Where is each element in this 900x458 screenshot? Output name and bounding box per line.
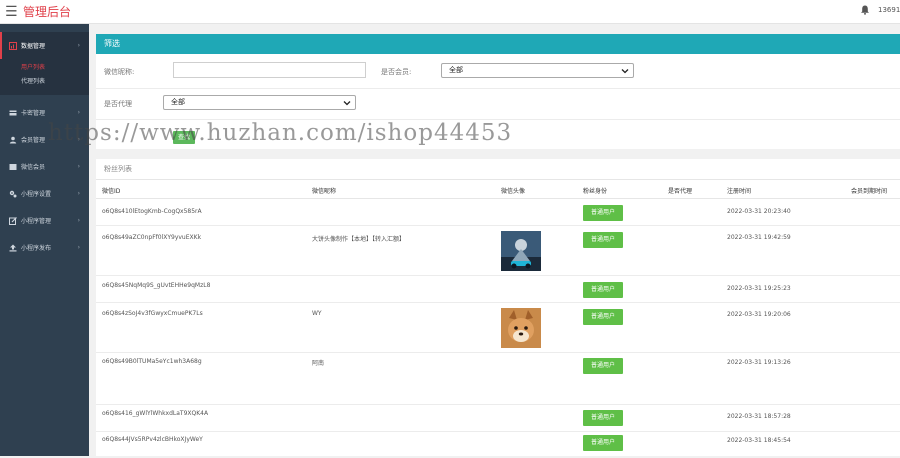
cell-register-time: 2022-03-31 18:45:54	[727, 437, 791, 444]
upload-icon	[9, 244, 17, 251]
chart-icon	[9, 41, 17, 50]
settings-icon	[9, 190, 17, 197]
sidebar-item-card-management[interactable]: 卡密管理 ›	[0, 99, 89, 126]
identity-badge[interactable]: 普通用户	[583, 410, 623, 426]
shiba-dog-avatar	[501, 308, 541, 348]
cell-wechat-id: o6Q8s45NqMq9S_gUvtEHHe9qMzL8	[102, 282, 211, 289]
cell-wechat-id: o6Q8s49B0lTUMa5eYc1wh3A68g	[102, 358, 202, 365]
nickname-input[interactable]	[173, 62, 366, 78]
chevron-down-icon	[343, 101, 351, 106]
sidebar-item-label: 小程序发布	[21, 245, 52, 252]
column-header-avatar: 微信头像	[501, 188, 526, 195]
cell-register-time: 2022-03-31 18:57:28	[727, 413, 791, 420]
cell-nickname: WY	[312, 310, 322, 317]
game-character-avatar	[501, 231, 541, 271]
card-icon	[9, 110, 17, 115]
hamburger-icon[interactable]: ☰	[5, 4, 18, 20]
chevron-right-icon: ›	[77, 163, 80, 170]
table-row: o6Q8s44JVs5RPv4zlcBHkoXJyWeY 普通用户 2022-0…	[96, 432, 900, 458]
filter-panel-title: 筛选	[96, 34, 900, 54]
member-select-value: 全部	[449, 66, 463, 74]
chevron-right-icon: ›	[77, 42, 80, 49]
user-name[interactable]: 13691	[878, 6, 900, 14]
cell-register-time: 2022-03-31 19:42:59	[727, 234, 791, 241]
cell-nickname: 阿南	[312, 360, 325, 367]
column-header-member-expire: 会员到期时间	[851, 188, 888, 195]
column-header-agent: 是否代理	[668, 188, 693, 195]
sidebar-item-label: 微信会员	[21, 164, 46, 171]
member-select[interactable]: 全部	[441, 63, 634, 78]
cell-wechat-id: o6Q8s44JVs5RPv4zlcBHkoXJyWeY	[102, 436, 203, 443]
nickname-label: 微信昵称:	[104, 68, 135, 76]
sidebar-item-data-management[interactable]: 数据管理 ›	[0, 32, 89, 59]
table-row: o6Q8s4zSoJ4v3fGwyxCmuePK7Ls WY 普通用户 2022…	[96, 303, 900, 353]
wechat-icon	[9, 163, 17, 170]
sidebar: 数据管理 › 用户列表 代理列表 卡密管理 › 会员管理 › 微信会员 › 小程…	[0, 24, 89, 456]
identity-badge[interactable]: 普通用户	[583, 358, 623, 374]
sidebar-submenu: 用户列表 代理列表	[0, 59, 89, 95]
identity-badge[interactable]: 普通用户	[583, 205, 623, 221]
identity-badge[interactable]: 普通用户	[583, 309, 623, 325]
sidebar-item-label: 小程序管理	[21, 218, 52, 225]
user-icon	[9, 136, 17, 143]
chevron-right-icon: ›	[77, 190, 80, 197]
divider	[96, 119, 900, 120]
sidebar-item-miniapp-management[interactable]: 小程序管理 ›	[0, 207, 89, 234]
table-header: 微信ID 微信昵称 微信头像 粉丝身份 是否代理 注册时间 会员到期时间	[96, 180, 900, 199]
agent-label: 是否代理	[104, 100, 132, 108]
column-header-wechat-id: 微信ID	[102, 188, 121, 195]
identity-badge[interactable]: 普通用户	[583, 232, 623, 248]
cell-wechat-id: o6Q8s49aZC0npFf0lXY9yvuEXKk	[102, 234, 202, 241]
sidebar-item-label: 卡密管理	[21, 110, 46, 117]
sidebar-subitem-agent-list[interactable]: 代理列表	[0, 75, 89, 89]
main-content: 筛选 微信昵称: 是否会员: 全部 是否代理 全部 查找 粉丝列表 微信ID 微…	[89, 24, 900, 456]
bell-icon[interactable]	[860, 5, 870, 15]
table-row: o6Q8s416_gWlYlWhkxdLaT9XQK4A 普通用户 2022-0…	[96, 405, 900, 432]
sidebar-item-miniapp-publish[interactable]: 小程序发布 ›	[0, 234, 89, 261]
cell-wechat-id: o6Q8s410lEtogKmb-CogQx585rA	[102, 208, 202, 215]
cell-nickname: 大饼头像制作【本地】【转入汇额】	[312, 236, 406, 243]
app-title: 管理后台	[23, 5, 72, 19]
chevron-right-icon: ›	[77, 136, 80, 143]
cell-wechat-id: o6Q8s416_gWlYlWhkxdLaT9XQK4A	[102, 410, 209, 417]
sidebar-group-data: 数据管理 › 用户列表 代理列表	[0, 32, 89, 95]
chevron-right-icon: ›	[77, 109, 80, 116]
sidebar-item-label: 数据管理	[21, 43, 46, 50]
column-header-nickname: 微信昵称	[312, 188, 337, 195]
chevron-right-icon: ›	[77, 217, 80, 224]
identity-badge[interactable]: 普通用户	[583, 282, 623, 298]
cell-register-time: 2022-03-31 19:13:26	[727, 359, 791, 366]
cell-register-time: 2022-03-31 19:20:06	[727, 311, 791, 318]
edit-icon	[9, 216, 17, 225]
sidebar-item-miniapp-settings[interactable]: 小程序设置 ›	[0, 180, 89, 207]
table-row: o6Q8s45NqMq9S_gUvtEHHe9qMzL8 普通用户 2022-0…	[96, 276, 900, 303]
search-button[interactable]: 查找	[173, 131, 195, 144]
cell-register-time: 2022-03-31 20:23:40	[727, 208, 791, 215]
member-label: 是否会员:	[381, 68, 412, 76]
chevron-down-icon	[621, 69, 629, 74]
sidebar-item-member-management[interactable]: 会员管理 ›	[0, 126, 89, 153]
table-row: o6Q8s49B0lTUMa5eYc1wh3A68g 阿南 普通用户 2022-…	[96, 353, 900, 405]
divider	[96, 88, 900, 89]
column-header-identity: 粉丝身份	[583, 188, 608, 195]
fan-list-panel: 粉丝列表 微信ID 微信昵称 微信头像 粉丝身份 是否代理 注册时间 会员到期时…	[96, 159, 900, 456]
agent-select[interactable]: 全部	[163, 95, 356, 110]
sidebar-subitem-user-list[interactable]: 用户列表	[0, 61, 89, 75]
chevron-right-icon: ›	[77, 244, 80, 251]
table-row: o6Q8s49aZC0npFf0lXY9yvuEXKk 大饼头像制作【本地】【转…	[96, 226, 900, 276]
agent-select-value: 全部	[171, 98, 185, 106]
filter-panel: 筛选 微信昵称: 是否会员: 全部 是否代理 全部 查找	[96, 34, 900, 149]
column-header-register-time: 注册时间	[727, 188, 752, 195]
cell-register-time: 2022-03-31 19:25:23	[727, 285, 791, 292]
sidebar-item-wechat-member[interactable]: 微信会员 ›	[0, 153, 89, 180]
cell-wechat-id: o6Q8s4zSoJ4v3fGwyxCmuePK7Ls	[102, 310, 203, 317]
list-title: 粉丝列表	[96, 159, 900, 180]
sidebar-item-label: 小程序设置	[21, 191, 52, 198]
identity-badge[interactable]: 普通用户	[583, 435, 623, 451]
table-row: o6Q8s410lEtogKmb-CogQx585rA 普通用户 2022-03…	[96, 199, 900, 226]
top-bar: ☰ 管理后台 13691	[0, 0, 900, 24]
sidebar-item-label: 会员管理	[21, 137, 46, 144]
